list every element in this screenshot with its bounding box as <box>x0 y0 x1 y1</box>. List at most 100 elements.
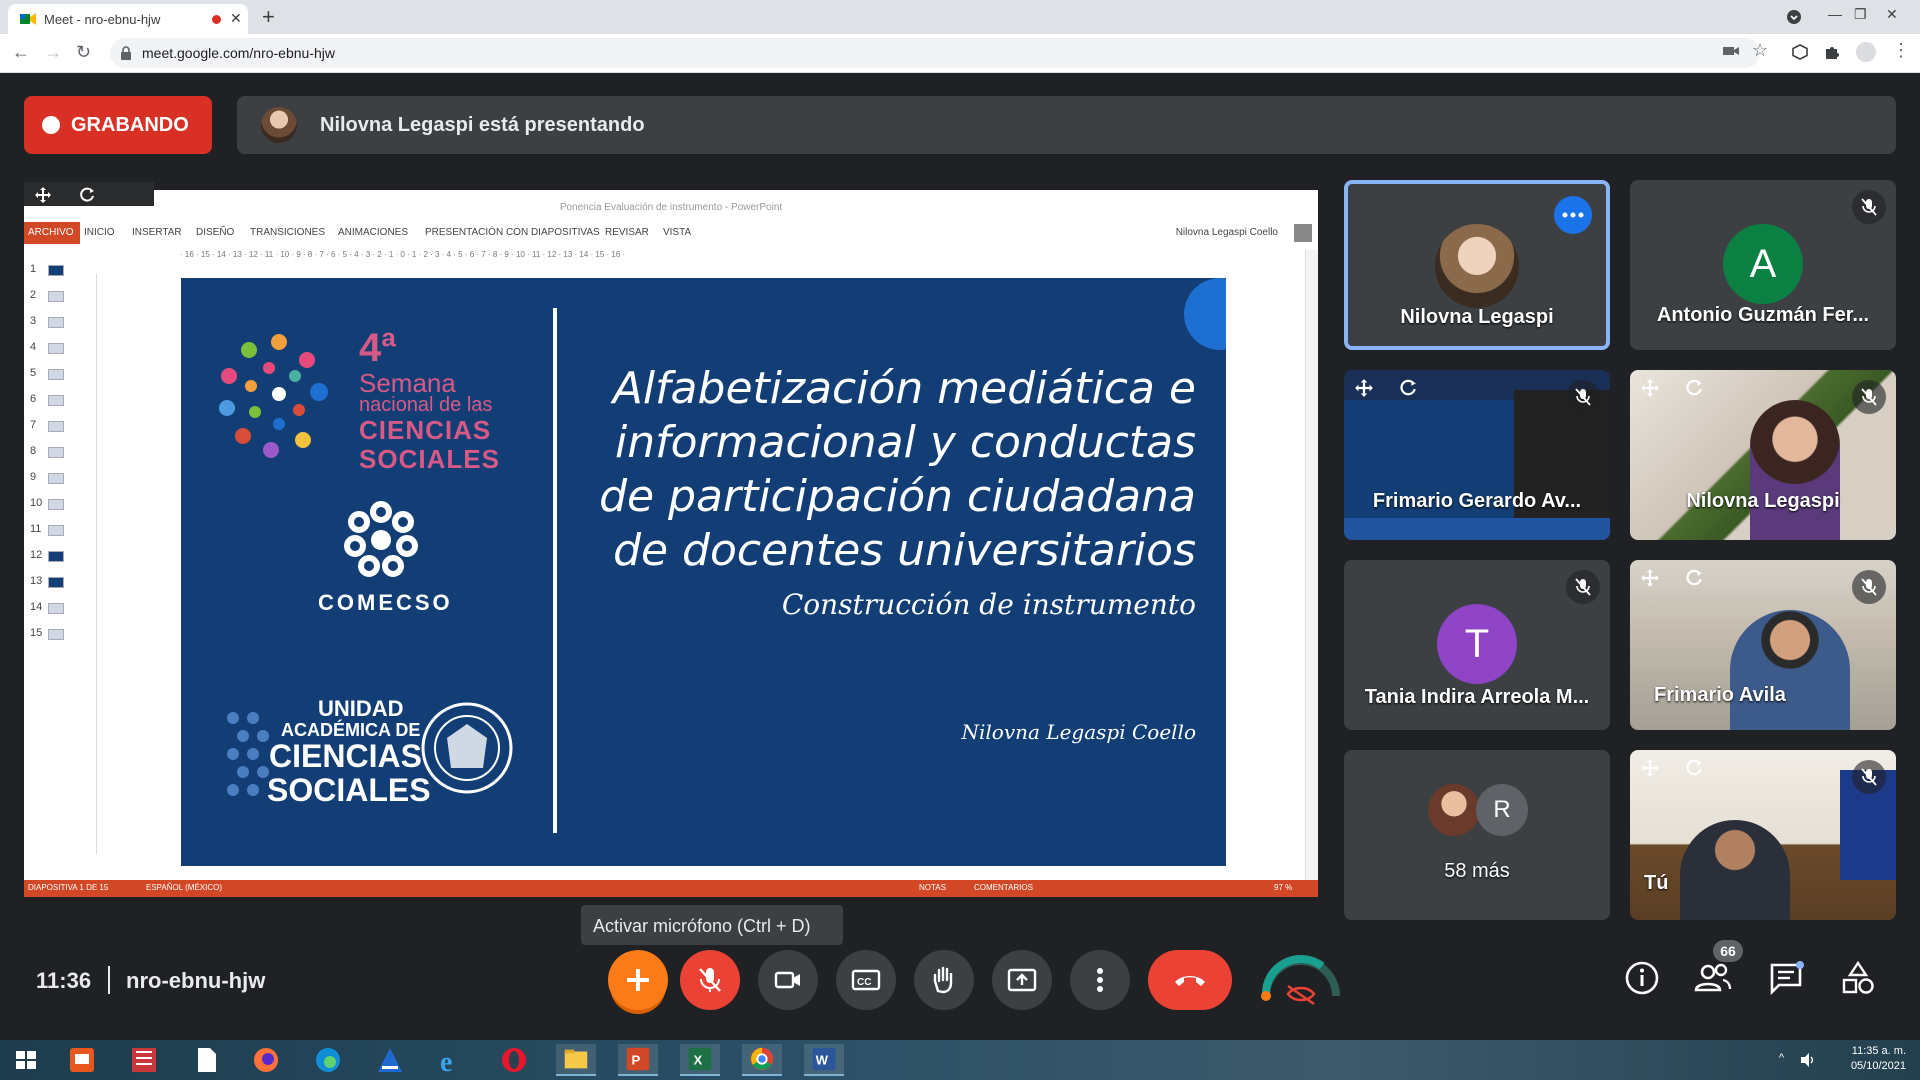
slide-thumb[interactable]: 9 <box>28 468 64 488</box>
self-view-tile[interactable]: Tú <box>1630 750 1896 920</box>
meeting-info-icon[interactable] <box>1624 960 1660 996</box>
move-icon[interactable] <box>1354 378 1374 398</box>
move-icon[interactable] <box>34 186 52 204</box>
internet-explorer-icon[interactable]: e <box>432 1044 472 1076</box>
refresh-icon[interactable] <box>1684 378 1704 398</box>
volume-icon[interactable] <box>1800 1052 1816 1068</box>
slide-thumb[interactable]: 4 <box>28 338 64 358</box>
file-explorer-icon[interactable] <box>556 1044 596 1076</box>
participant-tile[interactable]: Nilovna Legaspi <box>1344 180 1610 350</box>
excel-icon[interactable]: X <box>680 1044 720 1076</box>
windows-start-icon[interactable] <box>6 1044 46 1076</box>
captions-button[interactable]: CC <box>836 950 896 1010</box>
refresh-icon[interactable] <box>1398 378 1418 398</box>
profile-menu-icon[interactable] <box>1786 9 1802 25</box>
powerpoint-icon[interactable]: P <box>618 1044 658 1076</box>
new-tab-button[interactable]: + <box>262 4 275 30</box>
participant-tile[interactable]: T Tania Indira Arreola M... <box>1344 560 1610 730</box>
raise-hand-button[interactable] <box>914 950 974 1010</box>
slide-thumb[interactable]: 6 <box>28 390 64 410</box>
presentation-app-icon[interactable] <box>62 1044 102 1076</box>
restore-button[interactable]: ❐ <box>1854 6 1867 23</box>
refresh-icon[interactable] <box>78 186 96 204</box>
current-slide: 4ª Semana nacional de las CIENCIAS SOCIA… <box>181 278 1226 866</box>
slide-thumb[interactable]: 14 <box>28 598 64 618</box>
ribbon-tab-transiciones[interactable]: TRANSICIONES <box>250 227 325 238</box>
close-window-button[interactable]: ✕ <box>1886 6 1898 23</box>
activities-icon[interactable] <box>1840 960 1876 996</box>
participant-tile[interactable]: Frimario Avila <box>1630 560 1896 730</box>
slide-thumb[interactable]: 7 <box>28 416 64 436</box>
reload-button[interactable]: ↻ <box>76 42 91 63</box>
slide-thumb[interactable]: 12 <box>28 546 64 566</box>
move-icon[interactable] <box>1640 758 1660 778</box>
activities-add-button[interactable] <box>608 950 668 1010</box>
ribbon-tab-diseno[interactable]: DISEÑO <box>196 227 234 238</box>
overflow-participants-tile[interactable]: R 58 más <box>1344 750 1610 920</box>
status-notes[interactable]: NOTAS <box>919 883 946 892</box>
participant-tile[interactable]: A Antonio Guzmán Fer... <box>1630 180 1896 350</box>
leave-call-button[interactable] <box>1148 950 1232 1010</box>
slide-thumb[interactable]: 3 <box>28 312 64 332</box>
ribbon-tab-vista[interactable]: VISTA <box>663 227 691 238</box>
visual-effects-gauge-icon[interactable] <box>1258 948 1344 1008</box>
bookmark-star-icon[interactable]: ☆ <box>1752 40 1768 61</box>
pattern-app-icon[interactable] <box>124 1044 164 1076</box>
back-button[interactable]: ← <box>12 42 30 63</box>
people-icon[interactable] <box>1694 960 1732 996</box>
close-tab-icon[interactable]: ✕ <box>230 10 242 27</box>
presentation-stream[interactable]: Ponencia Evaluación de instrumento - Pow… <box>24 190 1318 897</box>
slide-thumb[interactable]: 15 <box>28 624 64 644</box>
present-now-button[interactable] <box>992 950 1052 1010</box>
more-options-button[interactable] <box>1070 950 1130 1010</box>
extension-cube-icon[interactable] <box>1792 44 1808 60</box>
slide-thumb[interactable]: 13 <box>28 572 64 592</box>
forward-button[interactable]: → <box>44 42 62 63</box>
participant-tile[interactable]: Nilovna Legaspi <box>1630 370 1896 540</box>
address-bar[interactable]: meet.google.com/nro-ebnu-hjw <box>110 38 1760 68</box>
participant-tile[interactable]: Frimario Gerardo Av... <box>1344 370 1610 540</box>
more-options-button[interactable] <box>1554 196 1592 234</box>
system-clock[interactable]: 11:35 a. m. 05/10/2021 <box>1851 1044 1906 1074</box>
browser-tab[interactable]: Meet - nro-ebnu-hjw ✕ <box>8 4 248 34</box>
move-icon[interactable] <box>1640 378 1660 398</box>
browser-menu-icon[interactable]: ⋮ <box>1892 40 1910 61</box>
ribbon-tab-presentacion[interactable]: PRESENTACIÓN CON DIAPOSITIVAS <box>425 227 600 238</box>
participant-avatar: A <box>1723 224 1803 304</box>
ribbon-tab-animaciones[interactable]: ANIMACIONES <box>338 227 408 238</box>
slide-thumb[interactable]: 2 <box>28 286 64 306</box>
status-zoom[interactable]: 97 % <box>1274 883 1292 892</box>
ribbon-tab-revisar[interactable]: REVISAR <box>605 227 649 238</box>
slide-thumb[interactable]: 8 <box>28 442 64 462</box>
camera-in-use-icon[interactable] <box>1722 44 1740 58</box>
slide-thumb[interactable]: 11 <box>28 520 64 540</box>
microphone-toggle-button[interactable] <box>680 950 740 1010</box>
camera-toggle-button[interactable] <box>758 950 818 1010</box>
firefox-icon[interactable] <box>246 1044 286 1076</box>
refresh-icon[interactable] <box>1684 758 1704 778</box>
profile-avatar[interactable] <box>1856 42 1876 62</box>
status-comments[interactable]: COMENTARIOS <box>974 883 1033 892</box>
tray-expand-icon[interactable]: ^ <box>1779 1052 1784 1064</box>
ribbon-tab-inicio[interactable]: INICIO <box>84 227 115 238</box>
slide-title: Alfabetización mediática e informacional… <box>599 363 1196 576</box>
recording-indicator[interactable]: GRABANDO <box>24 96 212 154</box>
slide-thumb[interactable]: 10 <box>28 494 64 514</box>
edge-icon[interactable] <box>308 1044 348 1076</box>
vertical-scrollbar[interactable] <box>1305 250 1318 890</box>
move-icon[interactable] <box>1640 568 1660 588</box>
word-icon[interactable]: W <box>804 1044 844 1076</box>
ribbon-tab-insertar[interactable]: INSERTAR <box>132 227 182 238</box>
chat-icon[interactable] <box>1768 960 1804 996</box>
presenting-banner: Nilovna Legaspi está presentando <box>237 96 1896 154</box>
azure-icon[interactable] <box>370 1044 410 1076</box>
file-icon[interactable] <box>186 1044 226 1076</box>
slide-thumb[interactable]: 1 <box>28 260 64 280</box>
opera-icon[interactable] <box>494 1044 534 1076</box>
minimize-button[interactable]: — <box>1828 6 1842 22</box>
chrome-icon[interactable] <box>742 1044 782 1076</box>
ribbon-tab-archivo[interactable]: ARCHIVO <box>24 222 80 244</box>
refresh-icon[interactable] <box>1684 568 1704 588</box>
extensions-puzzle-icon[interactable] <box>1824 44 1840 60</box>
slide-thumb[interactable]: 5 <box>28 364 64 384</box>
